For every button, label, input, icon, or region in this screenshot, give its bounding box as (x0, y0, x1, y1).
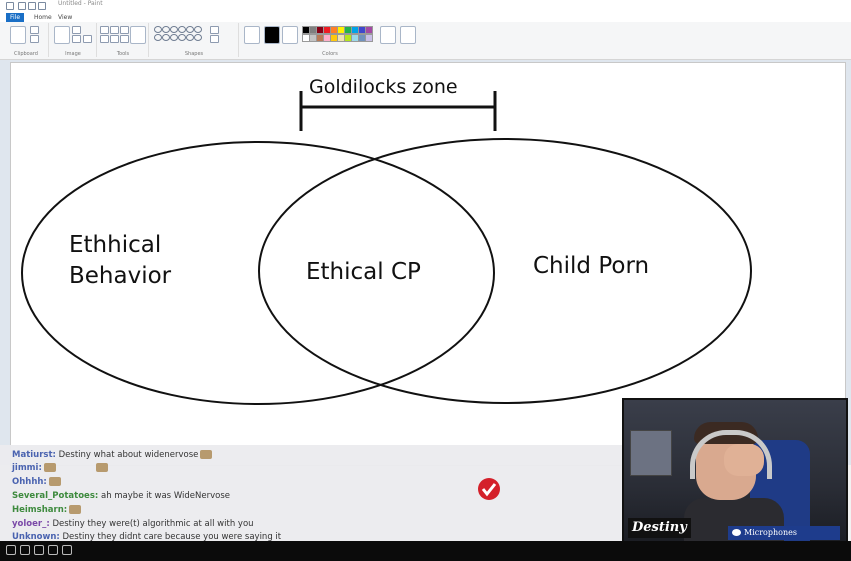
shape-line-icon[interactable] (154, 26, 162, 33)
pencil-icon[interactable] (100, 26, 109, 34)
tab-view[interactable]: View (54, 13, 76, 22)
chat-message: Matiurst: Destiny what about widenervose (12, 450, 213, 460)
streamer-hand (724, 444, 764, 476)
tab-file[interactable]: File (6, 13, 25, 22)
emote-icon (48, 477, 61, 486)
brushes-button[interactable] (130, 26, 146, 44)
shape-arrow-icon[interactable] (186, 34, 194, 41)
emote-icon (69, 505, 82, 514)
browser-icon[interactable] (48, 545, 58, 555)
shape-rectangle-icon[interactable] (178, 26, 186, 33)
copy-icon[interactable] (30, 35, 39, 43)
color2-button[interactable] (282, 26, 298, 44)
paint-app: Untitled - Paint File Home View Clipboar… (0, 0, 851, 561)
shape-triangle-icon[interactable] (154, 34, 162, 41)
chat-username: Several_Potatoes: (12, 491, 99, 501)
chat-username: jimmi: (12, 463, 42, 473)
tools-group: Tools (98, 23, 149, 57)
shapes-group-label: Shapes (184, 51, 204, 57)
emote-icon (200, 450, 213, 459)
paste-button[interactable] (10, 26, 26, 44)
destiny-logo: Destiny (628, 518, 691, 538)
emote-icon (95, 463, 108, 472)
edit-with-paint3d-button[interactable] (400, 26, 416, 44)
select-button[interactable] (54, 26, 70, 44)
goldilocks-zone-label: Goldilocks zone (309, 76, 458, 98)
shape-star-icon[interactable] (194, 34, 202, 41)
image-group: Image (50, 23, 97, 57)
window-title: Untitled - Paint (58, 0, 103, 7)
shape-curve-icon[interactable] (162, 26, 170, 33)
child-porn-label: Child Porn (533, 253, 650, 279)
text-icon[interactable] (120, 26, 129, 34)
paint-app-icon (6, 2, 14, 10)
clipboard-group-label: Clipboard (14, 51, 38, 57)
taskbar (0, 541, 851, 561)
shape-polygon-icon[interactable] (194, 26, 202, 33)
chat-text: Destiny what about widenervose (55, 450, 199, 460)
ribbon-toolbar: Clipboard Image Tools Shapes Colors (0, 22, 851, 60)
palette-color-swatch[interactable] (365, 26, 373, 34)
undo-icon[interactable] (28, 2, 36, 10)
colors-group: Colors (240, 23, 420, 57)
eraser-icon[interactable] (100, 35, 109, 43)
chat-message: Ohhhh: (12, 477, 61, 487)
color-picker-icon[interactable] (110, 35, 119, 43)
redo-icon[interactable] (38, 2, 46, 10)
fill-style-icon[interactable] (210, 35, 219, 43)
fill-icon[interactable] (110, 26, 119, 34)
save-icon[interactable] (18, 2, 26, 10)
microphones-sponsor-label: Microphones (728, 526, 840, 540)
start-icon[interactable] (6, 545, 16, 555)
magnifier-icon[interactable] (120, 35, 129, 43)
shape-diamond-icon[interactable] (162, 34, 170, 41)
search-icon[interactable] (20, 545, 30, 555)
tools-group-label: Tools (116, 51, 130, 57)
resize-icon[interactable] (72, 35, 81, 43)
shape-pentagon-icon[interactable] (170, 34, 178, 41)
chat-text: Destiny they were(t) algorithmic at all … (49, 519, 254, 529)
cut-icon[interactable] (30, 26, 39, 34)
webcam-overlay: Destiny Microphones (622, 398, 848, 545)
outline-icon[interactable] (210, 26, 219, 34)
chat-username: Ohhhh: (12, 477, 47, 487)
shape-oval-icon[interactable] (170, 26, 178, 33)
shape-rounded-rect-icon[interactable] (186, 26, 194, 33)
check-mark-icon (481, 483, 497, 497)
edit-colors-button[interactable] (380, 26, 396, 44)
colors-group-label: Colors (322, 51, 338, 57)
ethical-behavior-label-line2: Behavior (69, 263, 172, 289)
chat-message: Several_Potatoes: ah maybe it was WideNe… (12, 491, 230, 501)
palette-color-swatch[interactable] (365, 34, 373, 42)
image-group-label: Image (65, 51, 81, 57)
red-check-logo-icon (478, 478, 500, 500)
emote-icon (43, 463, 56, 472)
chat-username: yoloer_: (12, 519, 50, 529)
tab-home[interactable]: Home (30, 13, 56, 22)
rotate-icon[interactable] (83, 35, 92, 43)
size-button[interactable] (244, 26, 260, 44)
folder-icon[interactable] (62, 545, 72, 555)
chat-message: yoloer_: Destiny they were(t) algorithmi… (12, 519, 254, 529)
color1-button[interactable] (264, 26, 280, 44)
shapes-group: Shapes (150, 23, 239, 57)
clipboard-group: Clipboard (4, 23, 49, 57)
chat-username: Matiurst: (12, 450, 56, 460)
chat-message: jimmi: (12, 463, 108, 473)
webcam-window-frame (630, 430, 672, 476)
shape-hexagon-icon[interactable] (178, 34, 186, 41)
ethical-cp-label: Ethical CP (306, 259, 421, 285)
chat-text: ah maybe it was WideNervose (98, 491, 230, 501)
chat-username: Heimsharn: (12, 505, 68, 515)
crop-icon[interactable] (72, 26, 81, 34)
stream-chat: Matiurst: Destiny what about widenervose… (0, 445, 622, 543)
task-view-icon[interactable] (34, 545, 44, 555)
ethical-behavior-label-line1: Ethhical (69, 232, 162, 258)
chat-message: Heimsharn: (12, 505, 82, 515)
ribbon-tabs: File Home View (0, 12, 851, 22)
